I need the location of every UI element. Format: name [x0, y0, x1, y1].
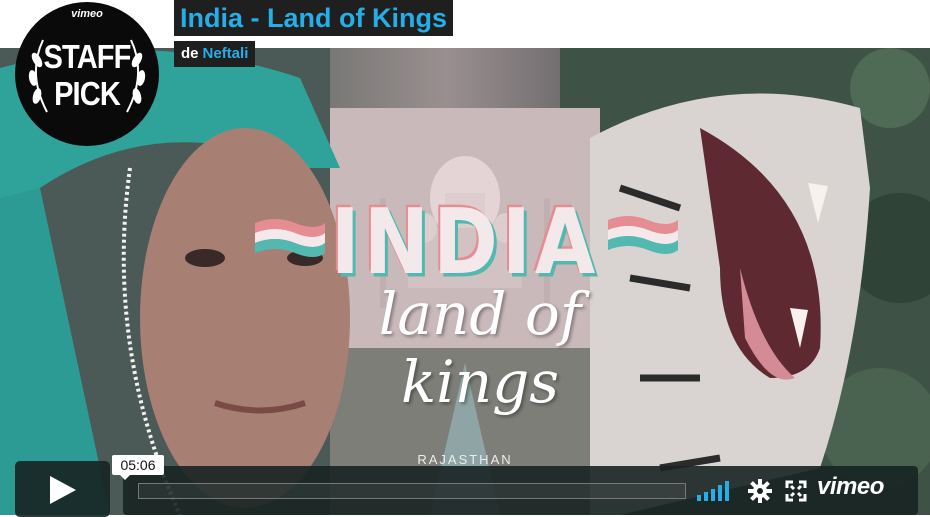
byline: de Neftali — [174, 41, 256, 67]
badge-line-pick: PICK — [54, 75, 121, 112]
progress-bar[interactable] — [138, 483, 686, 499]
video-title-link[interactable]: India - Land of Kings — [174, 0, 453, 36]
byline-prefix: de — [181, 45, 199, 62]
author-link[interactable]: Neftali — [203, 45, 249, 62]
player-controls: 05:06 vimeo — [0, 455, 930, 517]
badge-brand: vimeo — [71, 8, 103, 20]
play-button[interactable] — [15, 461, 110, 517]
badge-line-staff: STAFF — [43, 38, 131, 75]
video-title-big: INDIA — [330, 191, 600, 295]
vimeo-logo[interactable]: vimeo — [817, 473, 884, 501]
video-title-script: land of kings — [378, 280, 582, 416]
gear-icon[interactable] — [748, 479, 772, 503]
time-tooltip: 05:06 — [112, 455, 164, 480]
volume-bars-icon[interactable] — [697, 481, 733, 501]
staff-pick-badge[interactable]: vimeo STAFF PICK — [13, 0, 161, 148]
fullscreen-icon[interactable] — [785, 480, 807, 502]
play-icon — [50, 476, 76, 504]
